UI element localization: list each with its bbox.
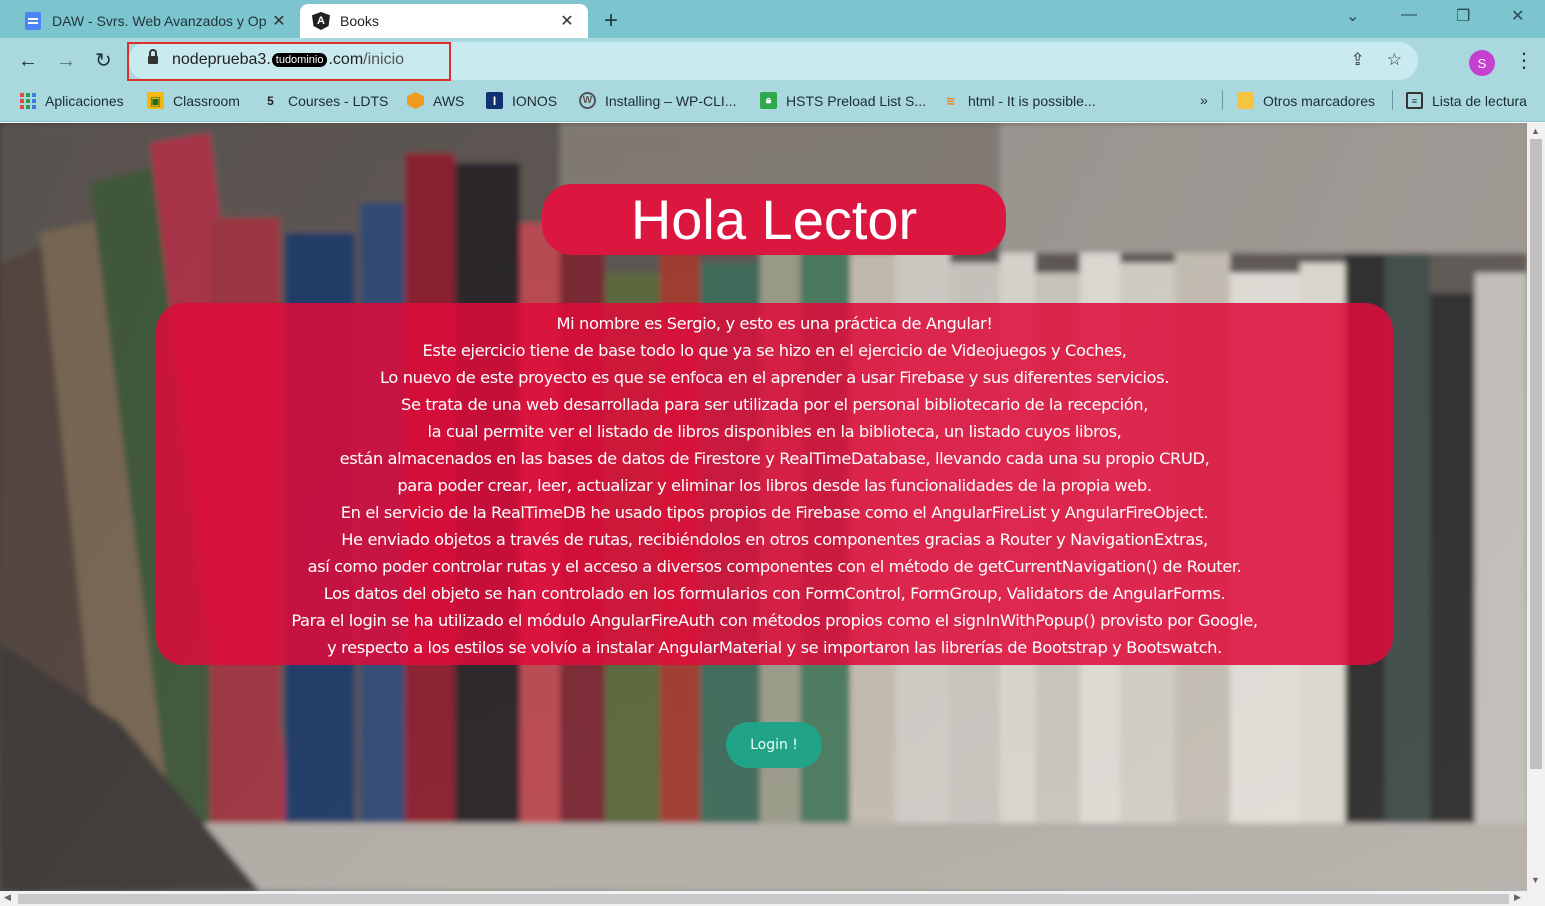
bookmark-label: Aplicaciones xyxy=(45,92,124,109)
vertical-scroll-thumb[interactable] xyxy=(1530,139,1542,769)
bookmark-aws[interactable]: AWS xyxy=(407,92,464,109)
intro-line: Para el login se ha utilizado el módulo … xyxy=(291,611,1258,630)
intro-line: Este ejercicio tiene de base todo lo que… xyxy=(422,341,1127,360)
login-button[interactable]: Login ! xyxy=(726,722,822,768)
tab-daw-docs[interactable]: DAW - Svrs. Web Avanzados y Op ✕ xyxy=(12,4,300,38)
angular-icon: A xyxy=(312,12,330,30)
bookmark-label: Lista de lectura xyxy=(1432,92,1527,109)
bookmark-hsts[interactable]: 🔒︎ HSTS Preload List S... xyxy=(760,92,926,109)
forward-arrow-icon[interactable]: → xyxy=(56,49,76,73)
google-docs-icon xyxy=(24,12,42,30)
folder-icon xyxy=(1237,92,1254,109)
bookmark-label: Courses - LDTS xyxy=(288,92,389,109)
intro-line: He enviado objetos a través de rutas, re… xyxy=(341,530,1208,549)
bookmark-label: IONOS xyxy=(512,92,558,109)
bookmark-separator xyxy=(1392,90,1393,110)
bookmark-label: Installing – WP-CLI... xyxy=(605,92,737,109)
bookmark-stackoverflow[interactable]: ≋ html - It is possible... xyxy=(942,92,1096,109)
scroll-right-arrow-icon[interactable]: ▶ xyxy=(1514,892,1521,903)
intro-card: Mi nombre es Sergio, y esto es una práct… xyxy=(156,303,1393,665)
aws-icon xyxy=(407,92,424,109)
bookmark-label: html - It is possible... xyxy=(968,92,1096,109)
classroom-icon: ▣ xyxy=(147,92,164,109)
reading-list-icon: ≡ xyxy=(1406,92,1423,109)
reading-list-button[interactable]: ≡ Lista de lectura xyxy=(1406,92,1527,109)
tab-strip: DAW - Svrs. Web Avanzados y Op ✕ A Books… xyxy=(0,0,1545,38)
horizontal-scroll-thumb[interactable] xyxy=(18,894,1509,904)
intro-line: Los datos del objeto se han controlado e… xyxy=(323,584,1226,603)
bookmark-otros-marcadores[interactable]: Otros marcadores xyxy=(1237,92,1375,109)
scroll-down-arrow-icon[interactable]: ▼ xyxy=(1531,875,1540,885)
url-highlight-box xyxy=(127,42,451,81)
bookmark-ionos[interactable]: I IONOS xyxy=(486,92,557,109)
scroll-up-arrow-icon[interactable]: ▲ xyxy=(1531,126,1540,136)
bookmark-wp-cli[interactable]: W Installing – WP-CLI... xyxy=(579,92,737,109)
intro-line: para poder crear, leer, actualizar y eli… xyxy=(397,476,1152,495)
bookmark-classroom[interactable]: ▣ Classroom xyxy=(147,92,240,109)
window-close-icon[interactable]: ✕ xyxy=(1511,6,1524,26)
browser-toolbar: ← → ↻ nodeprueba3. tudominio .com /inici… xyxy=(0,38,1545,84)
tab-title: Books xyxy=(340,13,379,29)
bookmark-separator xyxy=(1222,90,1223,110)
stackoverflow-icon: ≋ xyxy=(945,93,956,108)
close-icon[interactable]: ✕ xyxy=(270,11,288,31)
page-title: Hola Lector xyxy=(542,184,1006,255)
vertical-scrollbar[interactable]: ▲ ▼ xyxy=(1527,123,1545,891)
intro-line: la cual permite ver el listado de libros… xyxy=(427,422,1122,441)
horizontal-scrollbar[interactable]: ◀ ▶ xyxy=(0,891,1545,906)
minimize-icon[interactable]: — xyxy=(1401,6,1417,24)
hsts-lock-icon: 🔒︎ xyxy=(760,92,777,109)
intro-line: Mi nombre es Sergio, y esto es una práct… xyxy=(556,314,993,333)
wordpress-icon: W xyxy=(579,92,596,109)
intro-line: Lo nuevo de este proyecto es que se enfo… xyxy=(380,368,1169,387)
bookmark-courses-ldts[interactable]: 5 Courses - LDTS xyxy=(262,92,388,109)
ionos-icon: I xyxy=(486,92,503,109)
intro-line: y respecto a los estilos se volvío a ins… xyxy=(327,638,1222,657)
kebab-menu-icon[interactable]: ⋮ xyxy=(1514,48,1534,73)
profile-avatar[interactable]: S xyxy=(1469,50,1495,76)
new-tab-icon[interactable]: + xyxy=(604,7,618,35)
bookmarks-overflow-button[interactable]: » xyxy=(1200,92,1208,108)
close-icon[interactable]: ✕ xyxy=(558,11,576,31)
intro-line: Se trata de una web desarrollada para se… xyxy=(401,395,1148,414)
ldts-icon: 5 xyxy=(267,93,274,108)
page-viewport: Hola Lector Mi nombre es Sergio, y esto … xyxy=(0,123,1527,891)
scroll-left-arrow-icon[interactable]: ◀ xyxy=(4,892,11,903)
star-bookmark-icon[interactable]: ☆ xyxy=(1387,50,1402,70)
apps-grid-icon xyxy=(19,92,36,109)
intro-line: están almacenados en las bases de datos … xyxy=(339,449,1210,468)
bookmarks-bar: Aplicaciones ▣ Classroom 5 Courses - LDT… xyxy=(0,84,1545,122)
bookmark-label: HSTS Preload List S... xyxy=(786,92,927,109)
back-arrow-icon[interactable]: ← xyxy=(18,49,38,73)
bookmark-label: Otros marcadores xyxy=(1263,92,1376,109)
tab-search-chevron-icon[interactable]: ⌄ xyxy=(1346,6,1359,26)
intro-line: En el servicio de la RealTimeDB he usado… xyxy=(340,503,1209,522)
intro-line: así como poder controlar rutas y el acce… xyxy=(307,557,1242,576)
bookmark-label: Classroom xyxy=(173,92,240,109)
bookmark-label: AWS xyxy=(433,92,465,109)
share-icon[interactable]: ⇪ xyxy=(1351,50,1365,70)
tab-books[interactable]: A Books ✕ xyxy=(300,4,588,38)
reload-icon[interactable]: ↻ xyxy=(95,49,112,73)
restore-icon[interactable]: ❐ xyxy=(1456,6,1470,26)
tab-title: DAW - Svrs. Web Avanzados y Op xyxy=(52,13,267,29)
bookmark-aplicaciones[interactable]: Aplicaciones xyxy=(19,92,124,109)
